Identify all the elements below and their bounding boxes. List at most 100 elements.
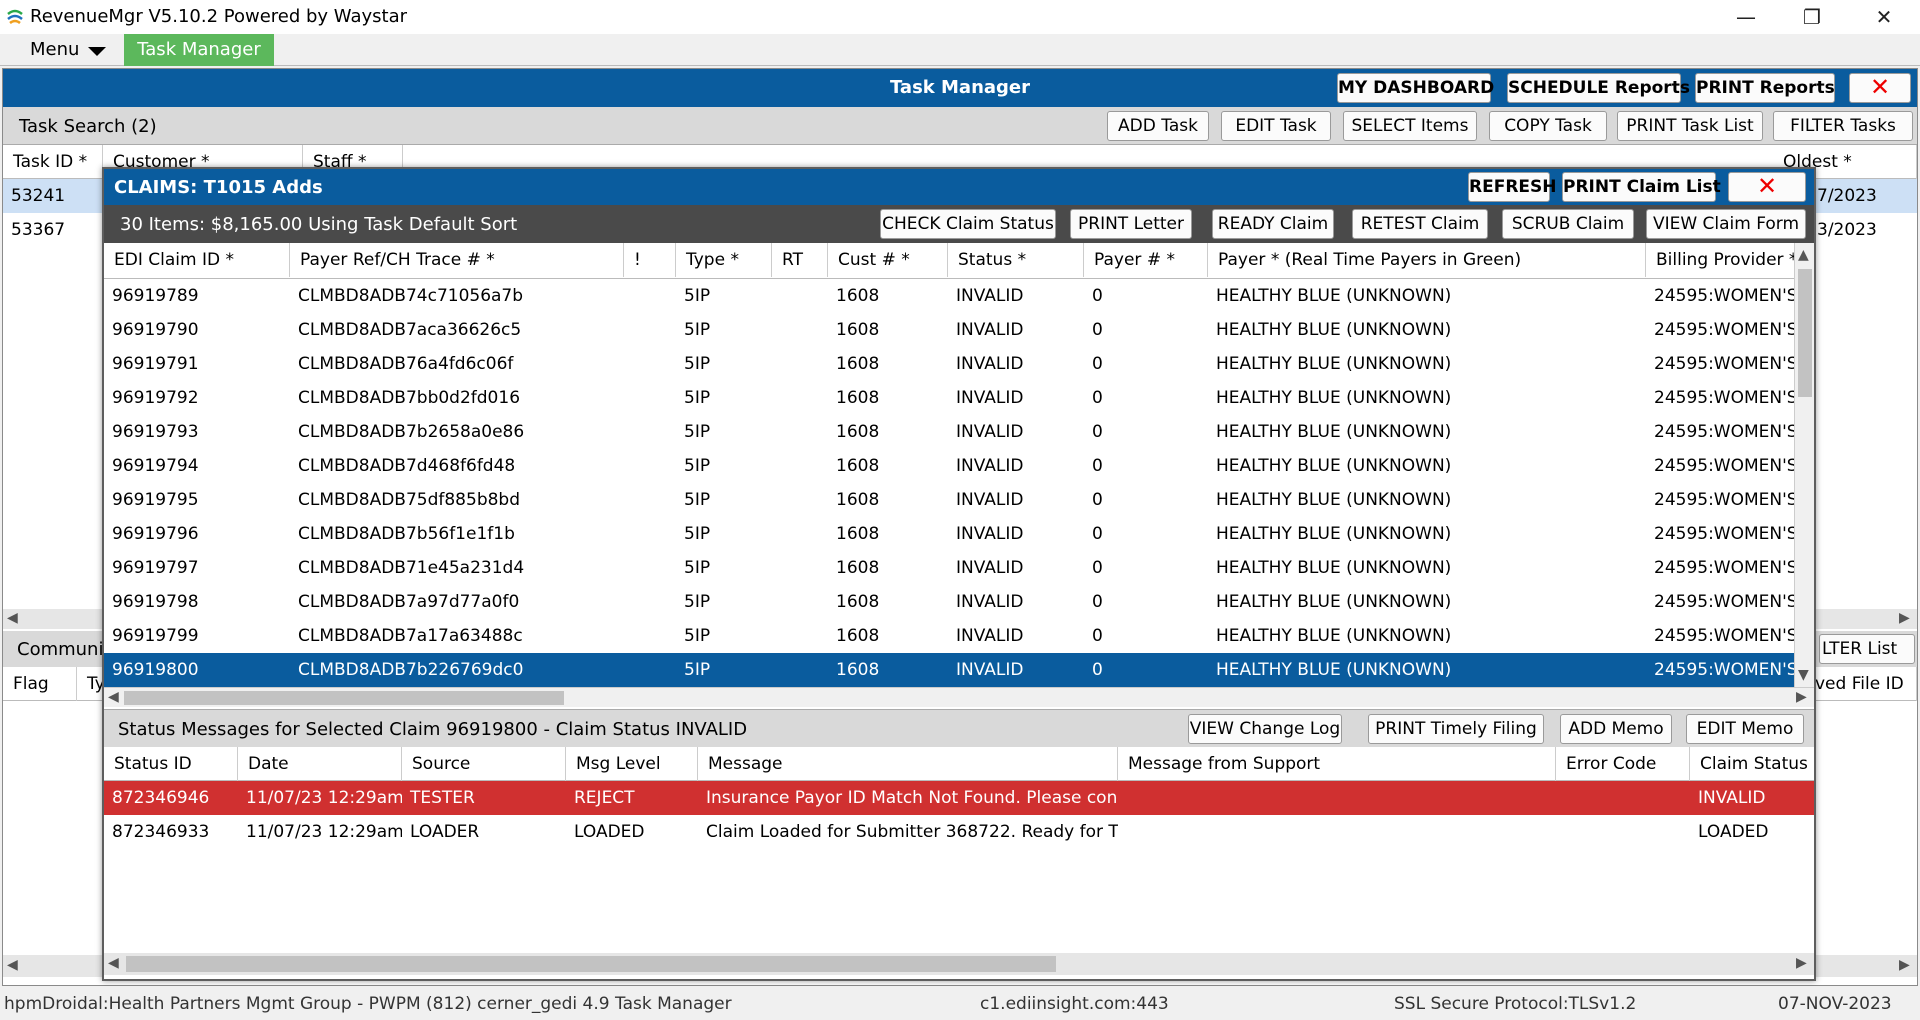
column-header[interactable]: Type * bbox=[676, 243, 772, 277]
column-header[interactable]: Cust # * bbox=[828, 243, 948, 277]
check-claim-status-button[interactable]: CHECK Claim Status bbox=[880, 209, 1056, 239]
flag-cell bbox=[624, 415, 676, 449]
column-header[interactable]: RT bbox=[772, 243, 828, 277]
table-row[interactable]: 872346933 11/07/23 12:29am LOADER LOADED Cla… bbox=[104, 815, 1814, 849]
scroll-right-icon[interactable]: ▶ bbox=[1796, 955, 1807, 971]
table-row[interactable]: 96919797 CLMBD8ADB71e45a231d4 5IP 1608 INVAL… bbox=[104, 551, 1794, 585]
column-header[interactable]: Ty bbox=[77, 667, 105, 701]
column-header[interactable]: ! bbox=[624, 243, 676, 277]
print-claim-list-button[interactable]: PRINT Claim List bbox=[1562, 172, 1721, 202]
table-row[interactable]: 96919789 CLMBD8ADB74c71056a7b 5IP 1608 INVAL… bbox=[104, 279, 1794, 313]
type-cell: 5IP bbox=[684, 524, 711, 544]
scroll-thumb[interactable] bbox=[124, 691, 564, 705]
column-header[interactable]: Payer # * bbox=[1084, 243, 1208, 277]
edit-memo-button[interactable]: EDIT Memo bbox=[1686, 714, 1804, 744]
scroll-right-icon[interactable]: ▶ bbox=[1899, 610, 1910, 626]
column-header[interactable]: EDI Claim ID * bbox=[104, 243, 290, 277]
rt-cell bbox=[772, 279, 828, 313]
main-menu-button[interactable]: Menu bbox=[0, 34, 122, 66]
payer-number-cell: 0 bbox=[1092, 320, 1103, 340]
current-date: 07-NOV-2023 bbox=[1778, 994, 1892, 1014]
scroll-thumb[interactable] bbox=[126, 956, 1056, 972]
filter-tasks-button[interactable]: FILTER Tasks bbox=[1773, 111, 1913, 141]
table-row[interactable]: 96919793 CLMBD8ADB7b2658a0e86 5IP 1608 INVAL… bbox=[104, 415, 1794, 449]
filter-list-button[interactable]: LTER List bbox=[1819, 634, 1915, 664]
column-header[interactable]: Flag bbox=[3, 667, 77, 701]
table-row[interactable]: 96919794 CLMBD8ADB7d468f6fd48 5IP 1608 INVAL… bbox=[104, 449, 1794, 483]
scroll-left-icon[interactable]: ◀ bbox=[108, 689, 119, 705]
column-header[interactable]: Status * bbox=[948, 243, 1084, 277]
menu-label: Menu bbox=[30, 39, 80, 60]
column-header[interactable]: Message bbox=[698, 747, 1118, 781]
column-header[interactable]: Status ID bbox=[104, 747, 238, 781]
my-dashboard-button[interactable]: MY DASHBOARD bbox=[1337, 73, 1494, 103]
restore-button[interactable]: ❐ bbox=[1782, 0, 1842, 34]
flag-cell bbox=[624, 313, 676, 347]
payer-name-cell: HEALTHY BLUE (UNKNOWN) bbox=[1216, 320, 1452, 340]
scroll-thumb[interactable] bbox=[1798, 269, 1812, 397]
table-row[interactable]: 96919791 CLMBD8ADB76a4fd6c06f 5IP 1608 INVAL… bbox=[104, 347, 1794, 381]
add-task-button[interactable]: ADD Task bbox=[1107, 111, 1209, 141]
cust-cell: 1608 bbox=[836, 456, 880, 476]
status-hscrollbar[interactable]: ◀ ▶ bbox=[104, 953, 1814, 975]
table-row[interactable]: 96919790 CLMBD8ADB7aca36626c5 5IP 1608 INVAL… bbox=[104, 313, 1794, 347]
status-cell: INVALID bbox=[956, 422, 1024, 442]
column-header[interactable]: Task ID * bbox=[3, 145, 103, 179]
edit-task-button[interactable]: EDIT Task bbox=[1221, 111, 1331, 141]
tab-task-manager[interactable]: Task Manager bbox=[124, 34, 274, 66]
add-memo-button[interactable]: ADD Memo bbox=[1560, 714, 1672, 744]
flag-cell bbox=[624, 653, 676, 687]
column-header[interactable]: Payer * (Real Time Payers in Green) bbox=[1208, 243, 1646, 277]
column-header[interactable]: Claim Status bbox=[1690, 747, 1814, 781]
column-header[interactable]: Payer Ref/CH Trace # * bbox=[290, 243, 624, 277]
column-header[interactable]: Msg Level bbox=[566, 747, 698, 781]
column-header[interactable]: ved File ID bbox=[1813, 667, 1917, 701]
select-items-button[interactable]: SELECT Items bbox=[1343, 111, 1477, 141]
payer-number-cell: 0 bbox=[1092, 286, 1103, 306]
flag-cell bbox=[624, 449, 676, 483]
print-letter-button[interactable]: PRINT Letter bbox=[1070, 209, 1192, 239]
ready-claim-button[interactable]: READY Claim bbox=[1212, 209, 1334, 239]
view-change-log-button[interactable]: VIEW Change Log bbox=[1188, 714, 1342, 744]
scroll-up-icon[interactable]: ▲ bbox=[1798, 247, 1809, 263]
oldest-cell: 7/2023 bbox=[1817, 186, 1877, 206]
column-header[interactable]: Source bbox=[402, 747, 566, 781]
column-header[interactable]: Error Code bbox=[1556, 747, 1690, 781]
print-reports-button[interactable]: PRINT Reports bbox=[1695, 73, 1835, 103]
claims-vscrollbar[interactable]: ▲ ▼ bbox=[1794, 243, 1814, 687]
column-header[interactable]: Billing Provider * bbox=[1646, 243, 1794, 277]
scrub-claim-button[interactable]: SCRUB Claim bbox=[1502, 209, 1634, 239]
view-claim-form-button[interactable]: VIEW Claim Form bbox=[1646, 209, 1806, 239]
minimize-button[interactable]: — bbox=[1716, 0, 1776, 34]
refresh-button[interactable]: REFRESH bbox=[1468, 172, 1557, 202]
table-row[interactable]: 96919795 CLMBD8ADB75df885b8bd 5IP 1608 INVAL… bbox=[104, 483, 1794, 517]
print-task-list-button[interactable]: PRINT Task List bbox=[1617, 111, 1763, 141]
window-close-button[interactable]: ✕ bbox=[1854, 0, 1914, 34]
scroll-down-icon[interactable]: ▼ bbox=[1798, 667, 1809, 683]
close-dialog-button[interactable]: ✕ bbox=[1728, 172, 1806, 202]
table-row[interactable]: 96919800 CLMBD8ADB7b226769dc0 5IP 1608 INVAL… bbox=[104, 653, 1794, 687]
print-timely-filing-button[interactable]: PRINT Timely Filing bbox=[1368, 714, 1544, 744]
table-row[interactable]: 96919799 CLMBD8ADB7a17a63488c 5IP 1608 INVAL… bbox=[104, 619, 1794, 653]
claims-toolbar: 30 Items: $8,165.00 Using Task Default S… bbox=[104, 205, 1814, 243]
table-row[interactable]: 96919796 CLMBD8ADB7b56f1e1f1b 5IP 1608 INVAL… bbox=[104, 517, 1794, 551]
close-panel-button[interactable]: ✕ bbox=[1849, 73, 1911, 103]
cust-cell: 1608 bbox=[836, 422, 880, 442]
payer-name-cell: HEALTHY BLUE (UNKNOWN) bbox=[1216, 660, 1452, 680]
payer-number-cell: 0 bbox=[1092, 422, 1103, 442]
table-row[interactable]: 872346946 11/07/23 12:29am TESTER REJECT Ins… bbox=[104, 781, 1814, 815]
table-row[interactable]: 96919798 CLMBD8ADB7a97d77a0f0 5IP 1608 INVAL… bbox=[104, 585, 1794, 619]
claims-summary: 30 Items: $8,165.00 Using Task Default S… bbox=[120, 214, 518, 235]
scroll-left-icon[interactable]: ◀ bbox=[7, 957, 18, 973]
copy-task-button[interactable]: COPY Task bbox=[1489, 111, 1607, 141]
scroll-left-icon[interactable]: ◀ bbox=[108, 955, 119, 971]
claims-hscrollbar[interactable]: ◀ ▶ bbox=[104, 687, 1814, 707]
scroll-left-icon[interactable]: ◀ bbox=[7, 610, 18, 626]
scroll-right-icon[interactable]: ▶ bbox=[1899, 957, 1910, 973]
retest-claim-button[interactable]: RETEST Claim bbox=[1352, 209, 1488, 239]
table-row[interactable]: 96919792 CLMBD8ADB7bb0d2fd016 5IP 1608 INVAL… bbox=[104, 381, 1794, 415]
scroll-right-icon[interactable]: ▶ bbox=[1796, 689, 1807, 705]
schedule-reports-button[interactable]: SCHEDULE Reports bbox=[1507, 73, 1690, 103]
column-header[interactable]: Date bbox=[238, 747, 402, 781]
column-header[interactable]: Message from Support bbox=[1118, 747, 1556, 781]
